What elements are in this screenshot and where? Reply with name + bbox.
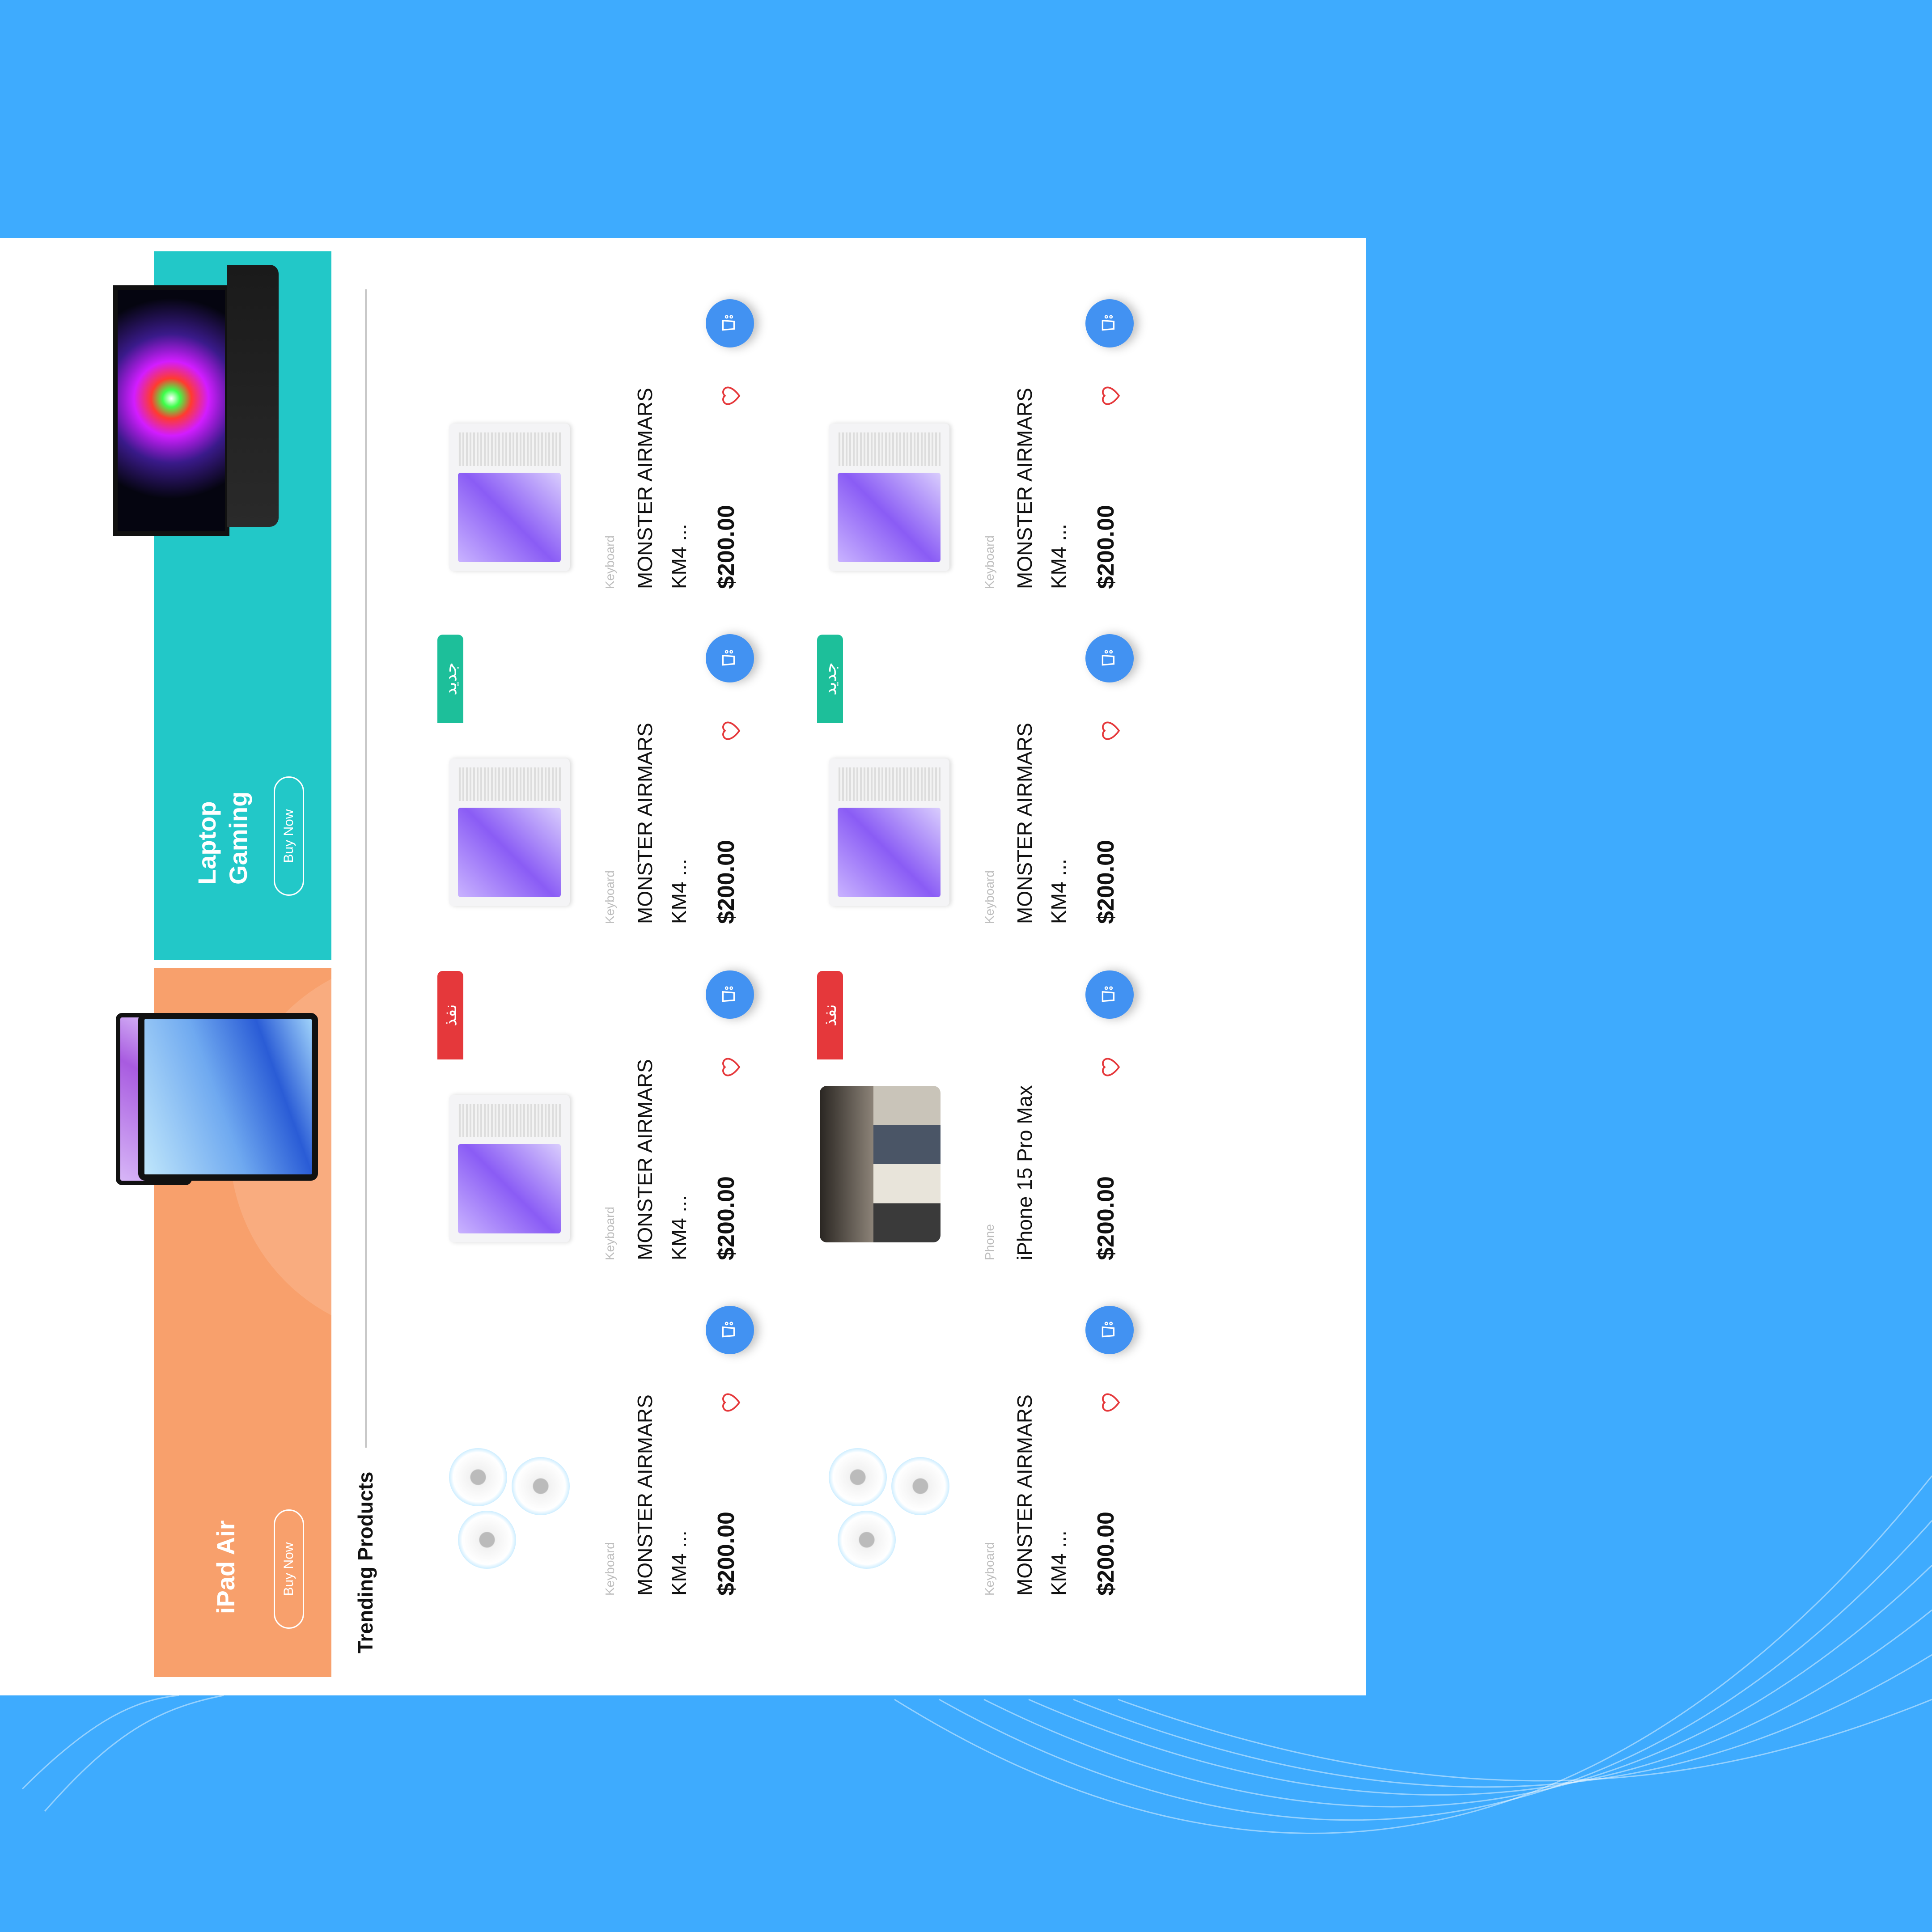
add-to-cart-button[interactable] <box>706 970 754 1019</box>
product-price: $200.00 <box>1093 1176 1119 1260</box>
product-image[interactable] <box>431 736 585 924</box>
product-name[interactable]: MONSTER AIRMARS KM4 ... <box>1008 1394 1076 1596</box>
add-to-cart-button[interactable] <box>1085 299 1134 347</box>
cart-icon <box>1098 312 1122 335</box>
heart-icon[interactable] <box>1097 1390 1122 1415</box>
cart-icon <box>1098 647 1122 669</box>
add-to-cart-button[interactable] <box>706 299 754 347</box>
buy-now-button[interactable]: Buy Now <box>274 776 304 896</box>
add-to-cart-button[interactable] <box>1085 634 1134 682</box>
banner-title: Laptop Gaming <box>193 791 252 885</box>
product-price: $200.00 <box>1093 505 1119 589</box>
product-image[interactable] <box>811 736 965 924</box>
product-image[interactable] <box>811 1408 965 1596</box>
product-badge-new: جديد <box>437 635 463 723</box>
cart-icon <box>718 1319 742 1341</box>
product-card[interactable]: Keyboard MONSTER AIRMARS KM4 ... $200.00 <box>431 276 780 589</box>
product-price: $200.00 <box>713 840 739 924</box>
product-name[interactable]: iPhone 15 Pro Max <box>1008 1059 1042 1260</box>
product-name[interactable]: MONSTER AIRMARS KM4 ... <box>628 723 696 924</box>
product-category: Keyboard <box>983 535 996 589</box>
product-category: Keyboard <box>983 1542 996 1596</box>
product-card[interactable]: جديد Keyboard MONSTER AIRMARS KM4 ... $200.… <box>811 611 1160 924</box>
product-category: Keyboard <box>603 1207 617 1260</box>
product-image[interactable] <box>431 1072 585 1260</box>
product-name[interactable]: MONSTER AIRMARS KM4 ... <box>628 1059 696 1260</box>
add-to-cart-button[interactable] <box>1085 970 1134 1019</box>
heart-icon[interactable] <box>717 718 742 743</box>
heart-icon[interactable] <box>1097 718 1122 743</box>
product-category: Phone <box>983 1224 996 1260</box>
heart-icon[interactable] <box>717 1390 742 1415</box>
product-card[interactable]: نفذ Phone iPhone 15 Pro Max $200.00 <box>811 947 1160 1260</box>
cart-icon <box>718 312 742 335</box>
product-image[interactable] <box>431 401 585 589</box>
product-name[interactable]: MONSTER AIRMARS KM4 ... <box>1008 388 1076 589</box>
product-price: $200.00 <box>713 505 739 589</box>
product-price: $200.00 <box>1093 1512 1119 1596</box>
section-title: Trending Products <box>354 1471 377 1653</box>
product-image[interactable] <box>431 1408 585 1596</box>
product-badge-new: جديد <box>817 635 843 723</box>
product-badge-out: نفذ <box>817 971 843 1059</box>
product-name[interactable]: MONSTER AIRMARS KM4 ... <box>1008 723 1076 924</box>
product-card[interactable]: Keyboard MONSTER AIRMARS KM4 ... $200.00 <box>811 276 1160 589</box>
banner-title: iPad Air <box>212 1520 240 1614</box>
product-price: $200.00 <box>1093 840 1119 924</box>
product-card[interactable]: Keyboard MONSTER AIRMARS KM4 ... $200.00 <box>811 1283 1160 1596</box>
main-content-panel: iPad Air Buy Now Laptop Gaming Buy Now T… <box>0 238 1366 1695</box>
product-card[interactable]: Keyboard MONSTER AIRMARS KM4 ... $200.00 <box>431 1283 780 1596</box>
product-card[interactable]: جديد Keyboard MONSTER AIRMARS KM4 ... $200.… <box>431 611 780 924</box>
product-card[interactable]: نفذ Keyboard MONSTER AIRMARS KM4 ... $200.0… <box>431 947 780 1260</box>
ipad-image <box>116 1013 318 1185</box>
cart-icon <box>1098 1319 1122 1341</box>
heart-icon[interactable] <box>1097 1055 1122 1080</box>
laptop-image <box>113 265 281 536</box>
product-category: Keyboard <box>603 870 617 924</box>
product-category: Keyboard <box>983 870 996 924</box>
product-image[interactable] <box>811 401 965 589</box>
add-to-cart-button[interactable] <box>706 634 754 682</box>
cart-icon <box>718 647 742 669</box>
add-to-cart-button[interactable] <box>706 1306 754 1354</box>
product-badge-out: نفذ <box>437 971 463 1059</box>
product-category: Keyboard <box>603 535 617 589</box>
product-name[interactable]: MONSTER AIRMARS KM4 ... <box>628 388 696 589</box>
heart-icon[interactable] <box>1097 383 1122 408</box>
buy-now-button[interactable]: Buy Now <box>274 1509 304 1629</box>
add-to-cart-button[interactable] <box>1085 1306 1134 1354</box>
heart-icon[interactable] <box>717 383 742 408</box>
product-category: Keyboard <box>603 1542 617 1596</box>
section-divider <box>365 289 367 1448</box>
product-price: $200.00 <box>713 1512 739 1596</box>
cart-icon <box>718 983 742 1006</box>
heart-icon[interactable] <box>717 1055 742 1080</box>
product-image[interactable] <box>811 1072 965 1260</box>
cart-icon <box>1098 983 1122 1006</box>
product-price: $200.00 <box>713 1176 739 1260</box>
product-name[interactable]: MONSTER AIRMARS KM4 ... <box>628 1394 696 1596</box>
